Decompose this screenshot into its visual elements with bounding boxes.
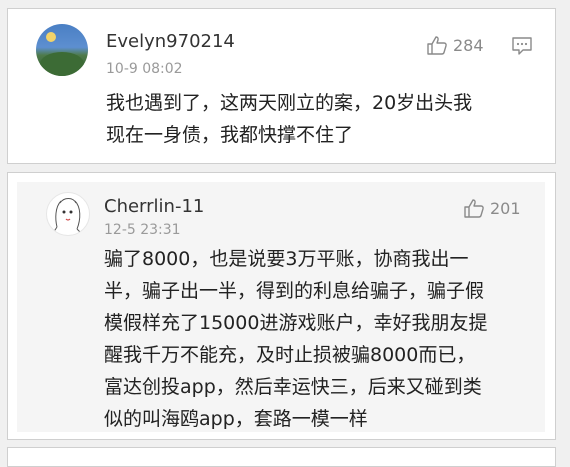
comment-card: Evelyn970214 10-9 08:02 284 我也遇到了，这两天刚立的… — [7, 8, 556, 164]
like-button[interactable]: 284 — [426, 35, 484, 55]
comment-content: 我也遇到了，这两天刚立的案，20岁出头我 现在一身债，我都快撑不住了 — [106, 87, 472, 151]
thumbs-up-icon — [463, 198, 485, 218]
comment-card — [7, 447, 556, 467]
comment-line: 醒我千万不能充，及时止损被骗8000而已， — [104, 344, 476, 366]
comment-username[interactable]: Cherrlin-11 — [104, 196, 204, 217]
comment-line: 似的叫海鸥app，套路一模一样 — [104, 408, 368, 430]
avatar-sun — [46, 32, 56, 42]
comment-content: 骗了8000，也是说要3万平账，协商我出一 半，骗子出一半，得到的利息给骗子，骗… — [104, 243, 487, 435]
avatar[interactable] — [36, 24, 88, 76]
comment-username[interactable]: Evelyn970214 — [106, 31, 235, 52]
avatar-tree — [40, 52, 84, 76]
avatar[interactable] — [46, 192, 90, 236]
comment-line: 我也遇到了，这两天刚立的案，20岁出头我 — [106, 92, 473, 114]
like-count: 201 — [490, 198, 521, 218]
like-count: 284 — [453, 35, 484, 55]
comment-line: 富达创投app，然后幸运快三，后来又碰到类 — [104, 376, 482, 398]
comment-line: 半，骗子出一半，得到的利息给骗子，骗子假 — [104, 280, 485, 302]
like-button[interactable]: 201 — [463, 198, 521, 218]
comment-icon[interactable] — [511, 36, 533, 56]
comment-time: 10-9 08:02 — [106, 61, 183, 77]
thumbs-up-icon — [426, 35, 448, 55]
comment-card: Cherrlin-11 12-5 23:31 201 骗了8000，也是说要3万… — [7, 172, 556, 440]
comment-line: 骗了8000，也是说要3万平账，协商我出一 — [104, 248, 469, 270]
comment-line: 模假样充了15000进游戏账户，幸好我朋友提 — [104, 312, 488, 334]
comment-line: 现在一身债，我都快撑不住了 — [106, 124, 354, 146]
comment-time: 12-5 23:31 — [104, 222, 181, 238]
